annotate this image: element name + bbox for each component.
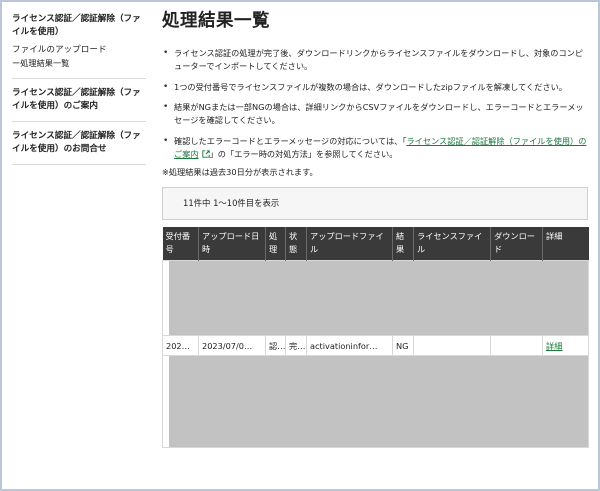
note-item: ライセンス認証の処理が完了後、ダウンロードリンクからライセンスファイルをダウンロ…	[162, 47, 588, 73]
sidebar-section-title[interactable]: ライセンス認証／認証解除（ファイルを使用）	[12, 13, 146, 38]
cell-license-file	[413, 335, 491, 357]
column-header-receipt: 受付番号	[162, 226, 199, 261]
cell-upload-file: activationinfor…	[306, 335, 393, 357]
results-table: 受付番号 アップロード日時 処理 状態 アップロードファイル 結果 ライセンスフ…	[162, 226, 589, 449]
column-header-status: 状態	[285, 226, 307, 261]
redacted-block	[169, 356, 588, 447]
cell-result: NG	[392, 335, 414, 357]
column-header-upload-date: アップロード日時	[198, 226, 266, 261]
sidebar-item-guide[interactable]: ライセンス認証／認証解除（ファイルを使用）のご案内	[12, 87, 146, 112]
table-row: 202… 2023/07/0… 認… 完… activationinfor… N…	[162, 335, 589, 357]
sidebar-section-license: ライセンス認証／認証解除（ファイルを使用） ファイルのアップロード ー処理結果一…	[12, 13, 146, 79]
external-link-icon	[201, 150, 210, 158]
note-item: 結果がNGまたは一部NGの場合は、詳細リンクからCSVファイルをダウンロードし、…	[162, 101, 588, 127]
result-count-text: 11件中 1〜10件目を表示	[183, 198, 280, 209]
detail-link[interactable]: 詳細	[546, 341, 562, 351]
sidebar-section-guide: ライセンス認証／認証解除（ファイルを使用）のご案内	[12, 87, 146, 122]
redacted-row	[162, 260, 589, 337]
redacted-block	[169, 261, 588, 335]
sidebar-item-upload[interactable]: ファイルのアップロード	[12, 44, 146, 57]
note-item: 1つの受付番号でライセンスファイルが複数の場合は、ダウンロードしたzipファイル…	[162, 81, 588, 94]
column-header-upload-file: アップロードファイル	[306, 226, 393, 261]
notes-list: ライセンス認証の処理が完了後、ダウンロードリンクからライセンスファイルをダウンロ…	[162, 47, 588, 161]
cell-upload-date: 2023/07/0…	[198, 335, 266, 357]
column-header-result: 結果	[392, 226, 414, 261]
redacted-row	[162, 355, 589, 449]
cell-process: 認…	[265, 335, 286, 357]
main-content: 処理結果一覧 ライセンス認証の処理が完了後、ダウンロードリンクからライセンスファ…	[162, 10, 589, 449]
retention-note: ※処理結果は過去30日分が表示されます。	[162, 166, 318, 177]
note-text: 」の「エラー時の対処方法」を参照してください。	[209, 148, 398, 159]
cell-status: 完…	[285, 335, 307, 357]
cell-download	[490, 335, 543, 357]
sidebar: ライセンス認証／認証解除（ファイルを使用） ファイルのアップロード ー処理結果一…	[12, 13, 146, 173]
column-header-process: 処理	[265, 226, 286, 261]
note-item: 確認したエラーコードとエラーメッセージの対応については、「ライセンス認証／認証解…	[162, 135, 588, 161]
column-header-download: ダウンロード	[490, 226, 543, 261]
table-header-row: 受付番号 アップロード日時 処理 状態 アップロードファイル 結果 ライセンスフ…	[162, 226, 589, 261]
column-header-detail: 詳細	[542, 226, 589, 261]
cell-detail: 詳細	[542, 335, 589, 357]
note-text: 確認したエラーコードとエラーメッセージの対応については、「	[174, 135, 407, 146]
cell-receipt: 202…	[162, 335, 199, 357]
result-count: 11件中 1〜10件目を表示	[162, 186, 588, 220]
sidebar-item-contact[interactable]: ライセンス認証／認証解除（ファイルを使用）のお問合せ	[12, 130, 146, 155]
page-title: 処理結果一覧	[162, 11, 270, 31]
column-header-license-file: ライセンスファイル	[413, 226, 491, 261]
sidebar-item-results[interactable]: ー処理結果一覧	[12, 57, 146, 70]
sidebar-section-contact: ライセンス認証／認証解除（ファイルを使用）のお問合せ	[12, 130, 146, 165]
